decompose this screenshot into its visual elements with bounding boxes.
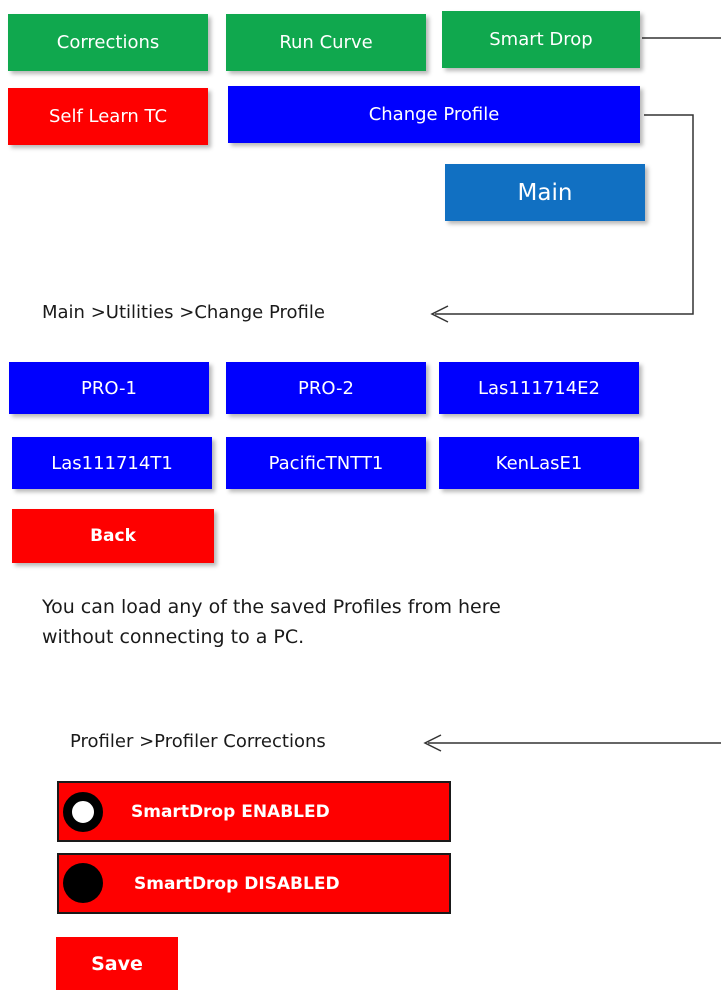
radio-unselected-icon[interactable] [63,863,103,903]
change-profile-breadcrumb: Main >Utilities >Change Profile [42,302,325,323]
smartdrop-disabled-option[interactable]: SmartDrop DISABLED [57,853,451,914]
run-curve-button[interactable]: Run Curve [226,14,426,71]
profiler-breadcrumb: Profiler >Profiler Corrections [70,731,326,752]
smart-drop-button[interactable]: Smart Drop [442,11,640,68]
smartdrop-enabled-option[interactable]: SmartDrop ENABLED [57,781,451,842]
save-button[interactable]: Save [56,937,178,990]
main-button[interactable]: Main [445,164,645,221]
profile-button-pro-2[interactable]: PRO-2 [226,362,426,414]
smartdrop-disabled-label: SmartDrop DISABLED [134,873,340,894]
profile-button-las111714t1[interactable]: Las111714T1 [12,437,212,489]
profiler-arrowhead [423,734,442,752]
profile-button-pacifictntt1[interactable]: PacificTNTT1 [226,437,426,489]
corrections-button[interactable]: Corrections [8,14,208,71]
change-profile-button[interactable]: Change Profile [228,86,640,143]
back-button[interactable]: Back [12,509,214,563]
change-profile-description: You can load any of the saved Profiles f… [42,596,501,648]
change-profile-arrowhead [430,305,449,323]
profile-button-pro-1[interactable]: PRO-1 [9,362,209,414]
smartdrop-enabled-label: SmartDrop ENABLED [131,801,330,822]
profile-button-kenlase1[interactable]: KenLasE1 [439,437,639,489]
self-learn-tc-button[interactable]: Self Learn TC [8,88,208,145]
profile-button-las111714e2[interactable]: Las111714E2 [439,362,639,414]
radio-selected-icon[interactable] [63,792,103,832]
